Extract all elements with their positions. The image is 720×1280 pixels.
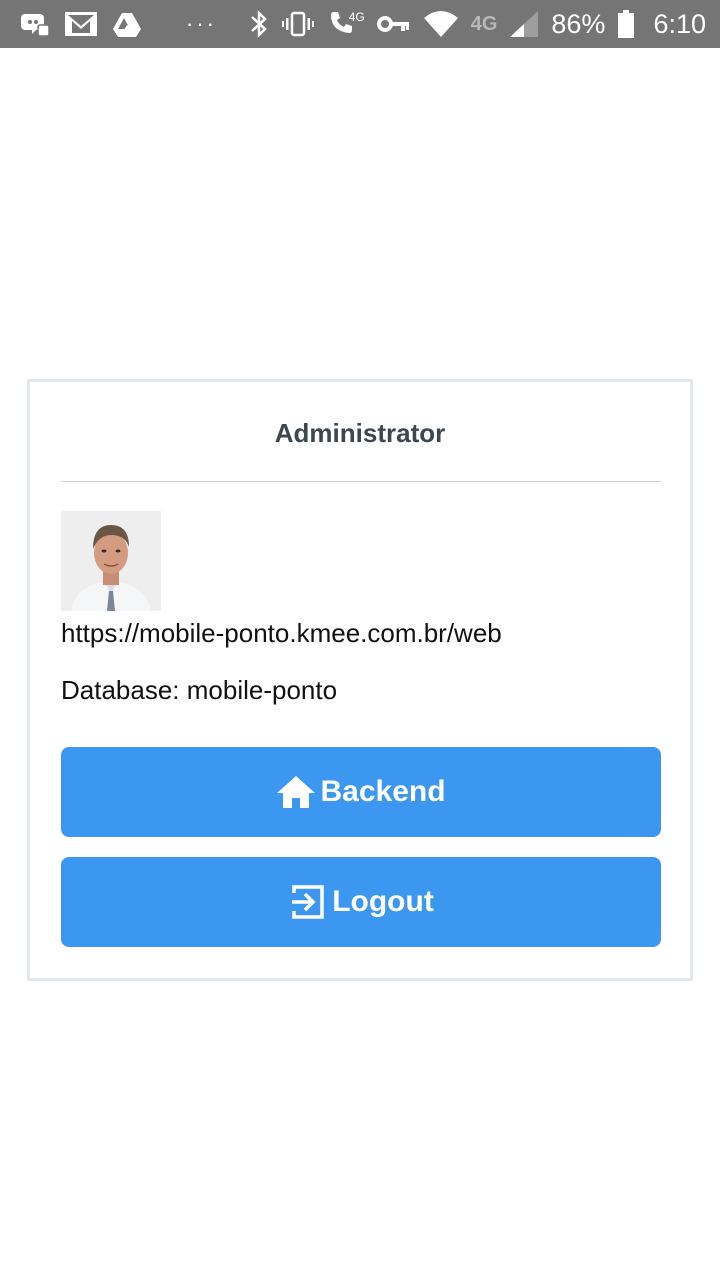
- server-url: https://mobile-ponto.kmee.com.br/web: [61, 618, 502, 648]
- avatar: [61, 511, 161, 611]
- account-card: Administrator https://mobile-ponto.kmee.…: [27, 379, 693, 981]
- bluetooth-icon: [249, 0, 269, 48]
- status-bar: ··· 4G 4G 86% 6:10: [0, 0, 720, 48]
- network-type-label: 4G: [470, 12, 498, 35]
- status-bar-right: 4G 4G 86% 6:10: [249, 0, 706, 48]
- database-label: Database: mobile-ponto: [61, 675, 338, 705]
- gmail-icon: [64, 0, 98, 48]
- vpn-key-icon: [376, 0, 411, 48]
- logout-button-label: Logout: [332, 885, 434, 918]
- clock: 6:10: [653, 8, 706, 39]
- card-title: Administrator: [274, 418, 446, 448]
- call-network-label: 4G: [348, 10, 365, 24]
- status-bar-left: ···: [20, 0, 241, 48]
- divider: [61, 481, 661, 482]
- logout-button[interactable]: Logout: [61, 857, 661, 947]
- wifi-icon: [423, 0, 459, 48]
- user-photo: [61, 511, 161, 611]
- volte-call-icon: 4G: [327, 0, 365, 48]
- home-icon: [276, 775, 316, 809]
- backend-button[interactable]: Backend: [61, 747, 661, 837]
- drive-icon: [112, 0, 142, 48]
- battery-icon: [617, 0, 635, 48]
- logout-icon: [288, 883, 328, 921]
- battery-percent: 86%: [551, 8, 606, 39]
- vibrate-icon: [281, 0, 315, 48]
- signal-icon: [509, 0, 539, 48]
- backend-button-label: Backend: [320, 775, 446, 808]
- discord-icon: [20, 0, 50, 48]
- overflow-dots: ···: [186, 11, 217, 36]
